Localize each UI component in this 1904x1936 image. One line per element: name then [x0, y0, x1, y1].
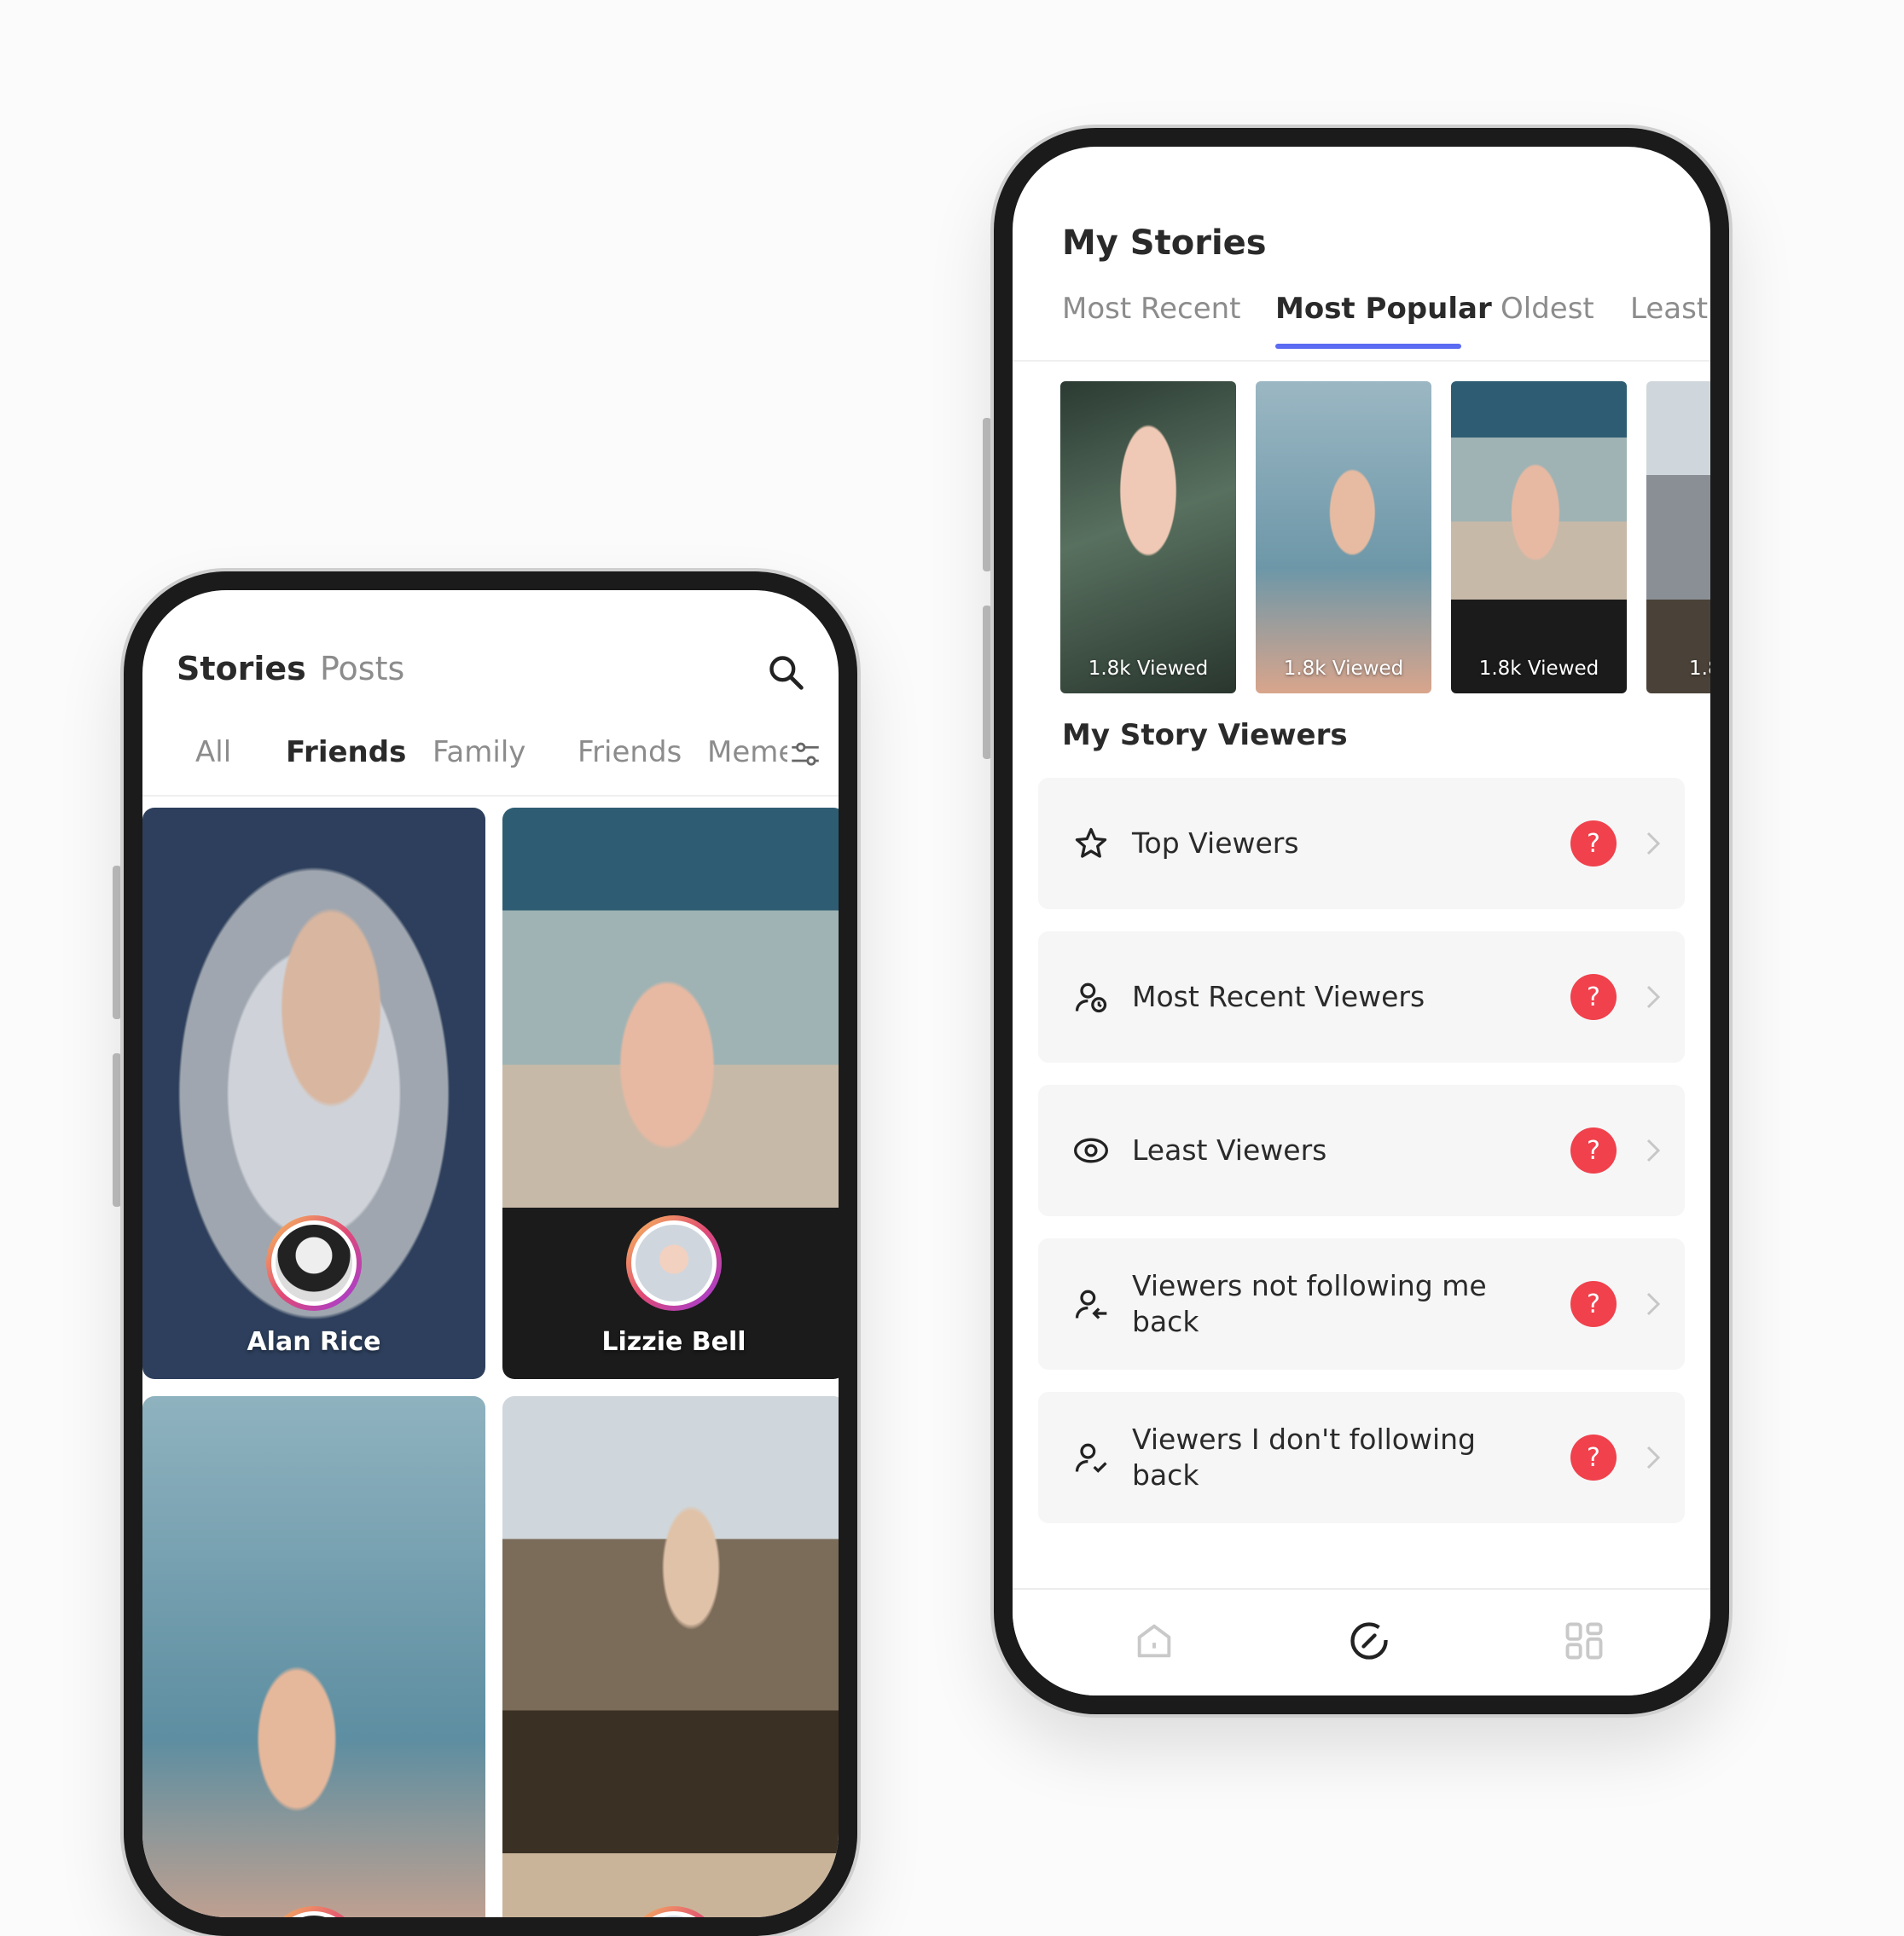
avatar[interactable]	[626, 1215, 722, 1311]
grid-icon[interactable]	[1562, 1619, 1606, 1663]
view-count: 1.8k	[1689, 658, 1729, 680]
chevron-right-icon	[1646, 1446, 1661, 1469]
story-thumbnail[interactable]: 1.8k	[1646, 381, 1729, 693]
volume-button	[983, 606, 991, 759]
view-count: 1.8k Viewed	[1088, 658, 1209, 680]
story-thumbnail[interactable]: 1.8k Viewed	[1451, 381, 1627, 693]
divider	[1013, 360, 1710, 362]
search-icon[interactable]	[767, 653, 804, 691]
row-label: Least Viewers	[1132, 1133, 1327, 1167]
sort-tabs: Most Recent Most Popular Oldest Least	[1062, 292, 1710, 351]
user-arrow-icon	[1075, 1290, 1107, 1319]
story-card[interactable]: Alan Rice	[142, 808, 485, 1379]
chevron-right-icon	[1646, 985, 1661, 1009]
bottom-nav	[1013, 1588, 1710, 1695]
story-thumbnails: 1.8k Viewed 1.8k Viewed 1.8k Viewed 1.8k	[1060, 381, 1710, 697]
user-check-icon	[1075, 1443, 1107, 1473]
row-label: Top Viewers	[1132, 826, 1299, 860]
chevron-right-icon	[1646, 832, 1661, 855]
volume-button	[113, 866, 121, 1019]
filter-meme[interactable]: Meme	[707, 735, 796, 769]
row-viewers-not-following-back[interactable]: Viewers not following me back ?	[1038, 1238, 1685, 1370]
row-least-viewers[interactable]: Least Viewers ?	[1038, 1085, 1685, 1216]
star-icon	[1075, 827, 1107, 858]
avatar[interactable]	[266, 1215, 362, 1311]
view-count: 1.8k Viewed	[1283, 658, 1404, 680]
row-top-viewers[interactable]: Top Viewers ?	[1038, 778, 1685, 909]
tab-least[interactable]: Least	[1630, 292, 1708, 326]
story-author-name: Alan Rice	[247, 1327, 381, 1357]
eye-icon	[1074, 1138, 1108, 1163]
filter-friends[interactable]: Friends	[286, 735, 406, 769]
view-count: 1.8k Viewed	[1478, 658, 1599, 680]
story-card[interactable]	[142, 1396, 485, 1917]
tab-most-recent[interactable]: Most Recent	[1062, 292, 1241, 326]
home-icon[interactable]	[1132, 1619, 1176, 1663]
scene: Stories Posts All Friends Family Friends…	[0, 0, 1904, 1936]
help-badge[interactable]: ?	[1570, 1127, 1617, 1174]
row-viewers-i-dont-follow-back[interactable]: Viewers I don't following back ?	[1038, 1392, 1685, 1523]
tab-oldest[interactable]: Oldest	[1501, 292, 1594, 326]
help-badge[interactable]: ?	[1570, 1281, 1617, 1327]
help-badge[interactable]: ?	[1570, 974, 1617, 1020]
filter-family[interactable]: Family	[432, 735, 525, 769]
chevron-right-icon	[1646, 1292, 1661, 1316]
stories-phone: Stories Posts All Friends Family Friends…	[124, 571, 857, 1936]
section-title: My Story Viewers	[1062, 718, 1348, 752]
filter-tabs: All Friends Family Friends Meme	[142, 718, 839, 797]
stories-header: Stories Posts	[177, 650, 804, 710]
volume-button	[113, 1053, 121, 1207]
page-title: My Stories	[1062, 223, 1267, 263]
sliders-icon[interactable]	[787, 737, 823, 773]
my-stories-phone: My Stories Most Recent Most Popular Olde…	[994, 128, 1729, 1714]
compass-icon[interactable]	[1347, 1619, 1391, 1663]
row-label: Viewers I don't following back	[1132, 1423, 1476, 1492]
help-badge[interactable]: ?	[1570, 1435, 1617, 1481]
volume-button	[983, 418, 991, 571]
story-card[interactable]	[502, 1396, 839, 1917]
filter-all[interactable]: All	[195, 735, 231, 769]
avatar[interactable]	[626, 1906, 722, 1917]
story-author-name: Lizzie Bell	[601, 1327, 746, 1357]
filter-friends-2[interactable]: Friends	[578, 735, 682, 769]
story-card[interactable]: Lizzie Bell	[502, 808, 839, 1379]
tab-posts[interactable]: Posts	[320, 650, 404, 687]
avatar[interactable]	[266, 1906, 362, 1917]
tab-most-popular[interactable]: Most Popular	[1275, 292, 1492, 326]
story-thumbnail[interactable]: 1.8k Viewed	[1256, 381, 1431, 693]
active-tab-indicator	[1275, 344, 1461, 349]
user-clock-icon	[1075, 982, 1107, 1013]
chevron-right-icon	[1646, 1139, 1661, 1162]
row-label: Viewers not following me back	[1132, 1269, 1487, 1338]
row-most-recent-viewers[interactable]: Most Recent Viewers ?	[1038, 931, 1685, 1063]
tab-stories[interactable]: Stories	[177, 650, 306, 687]
story-thumbnail[interactable]: 1.8k Viewed	[1060, 381, 1236, 693]
row-label: Most Recent Viewers	[1132, 980, 1425, 1013]
help-badge[interactable]: ?	[1570, 820, 1617, 867]
